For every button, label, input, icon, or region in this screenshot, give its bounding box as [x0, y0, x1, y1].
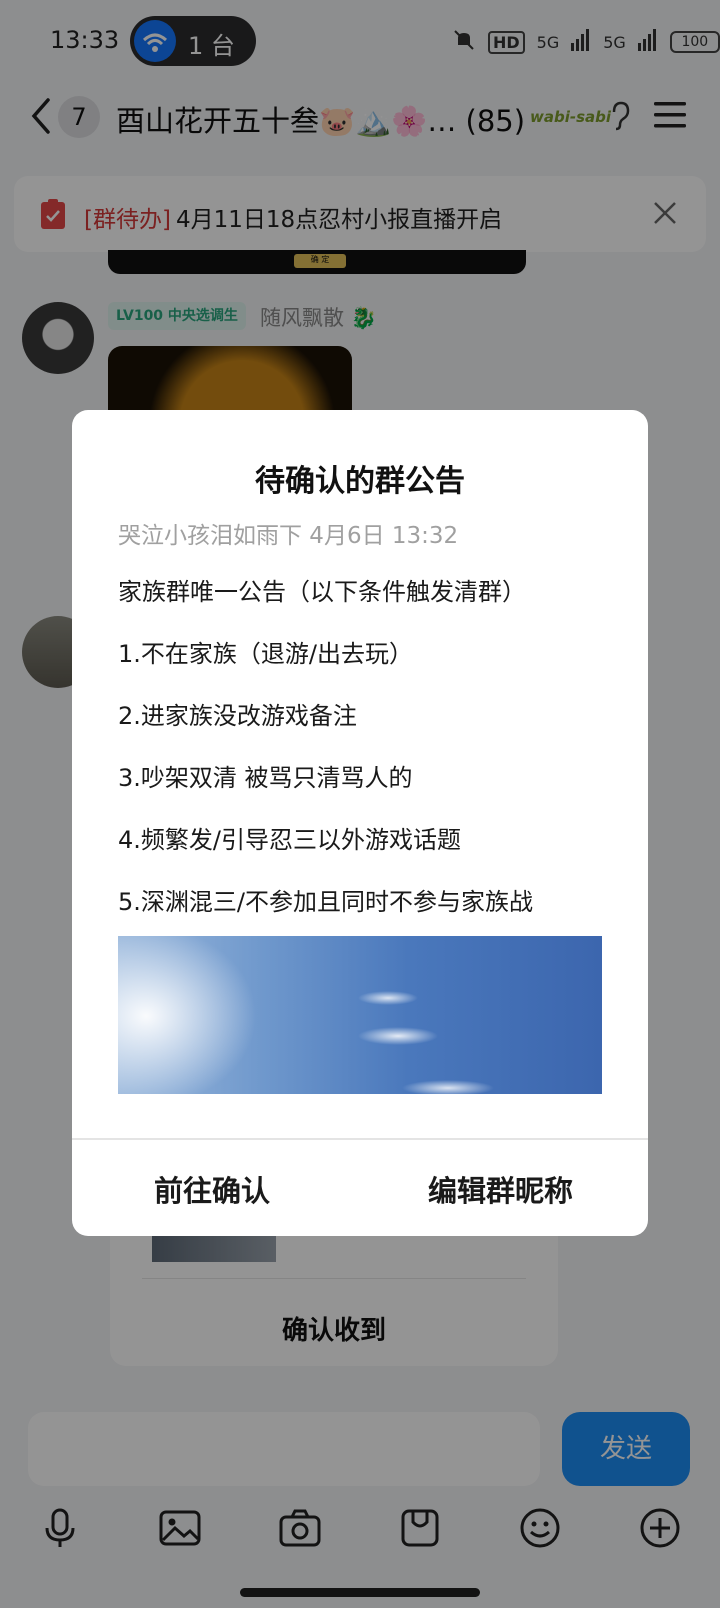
announcement-line: 1.不在家族（退游/出去玩）	[118, 640, 413, 668]
dialog-divider	[72, 1138, 648, 1140]
announcement-line: 5.深渊混三/不参加且同时不参与家族战	[118, 888, 533, 916]
announcement-line: 家族群唯一公告（以下条件触发清群）	[118, 578, 526, 606]
announcement-line: 2.进家族没改游戏备注	[118, 702, 357, 730]
announcement-line: 4.频繁发/引导忍三以外游戏话题	[118, 826, 461, 854]
announcement-image[interactable]	[118, 936, 602, 1094]
edit-group-nickname-button[interactable]: 编辑群昵称	[428, 1168, 573, 1210]
dialog-title: 待确认的群公告	[255, 464, 465, 499]
go-confirm-button[interactable]: 前往确认	[154, 1168, 270, 1210]
dialog-meta: 哭泣小孩泪如雨下 4月6日 13:32	[118, 523, 459, 549]
announcement-line: 3.吵架双清 被骂只清骂人的	[118, 764, 413, 792]
